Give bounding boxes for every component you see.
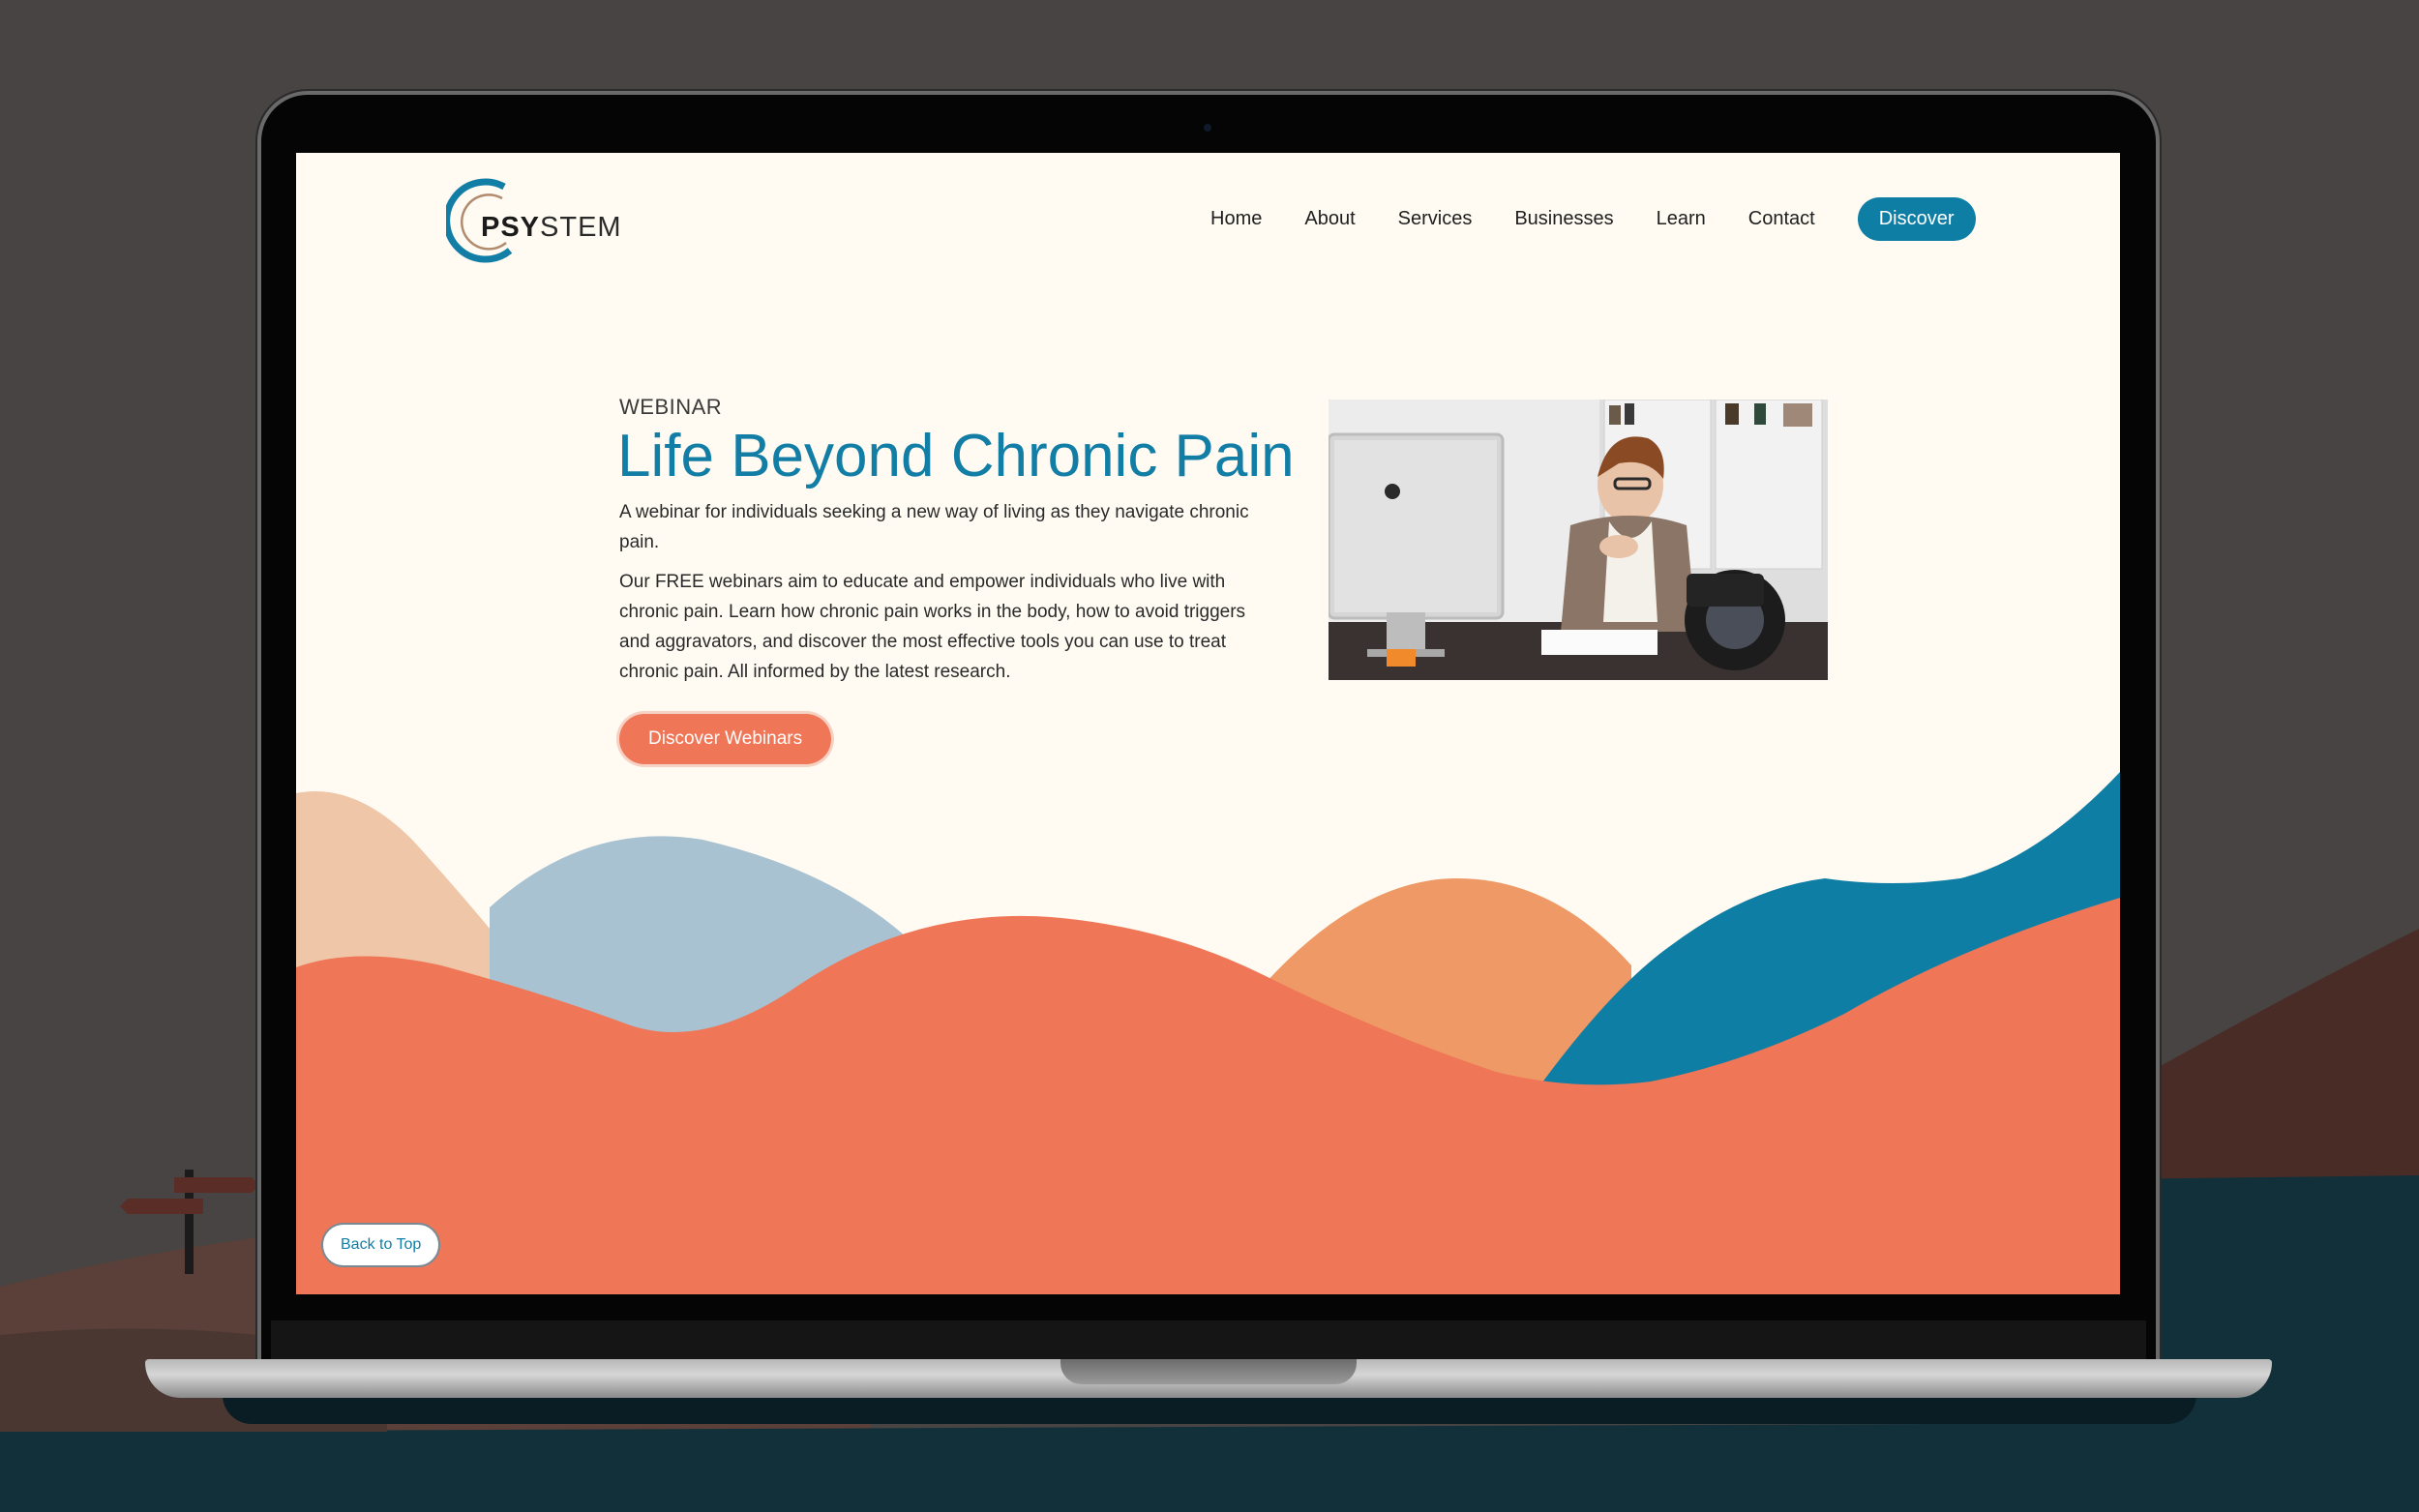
website-screen: PSYSTEM Home About Services Businesses L… bbox=[296, 153, 2120, 1294]
discover-webinars-button[interactable]: Discover Webinars bbox=[619, 714, 832, 764]
nav-home[interactable]: Home bbox=[1210, 208, 1262, 230]
nav-learn[interactable]: Learn bbox=[1657, 208, 1706, 230]
discover-button[interactable]: Discover bbox=[1857, 197, 1976, 241]
laptop-notch bbox=[1060, 1359, 1357, 1384]
hero-title: Life Beyond Chronic Pain bbox=[617, 423, 1295, 489]
main-nav: Home About Services Businesses Learn Con… bbox=[1210, 197, 1976, 241]
nav-about[interactable]: About bbox=[1304, 208, 1355, 230]
decorative-waves bbox=[296, 772, 2120, 1294]
logo-wordmark: PSYSTEM bbox=[481, 212, 622, 243]
camera-icon bbox=[1204, 124, 1211, 132]
webinar-photo bbox=[1329, 400, 1828, 680]
laptop-shadow bbox=[223, 1395, 2196, 1424]
hero-body: Our FREE webinars aim to educate and emp… bbox=[619, 572, 1246, 682]
nav-businesses[interactable]: Businesses bbox=[1514, 208, 1613, 230]
site-logo[interactable]: PSYSTEM bbox=[446, 177, 622, 264]
back-to-top-button[interactable]: Back to Top bbox=[321, 1223, 441, 1267]
signpost-decoration bbox=[116, 1166, 261, 1277]
hero-intro: A webinar for individuals seeking a new … bbox=[619, 502, 1249, 552]
nav-contact[interactable]: Contact bbox=[1748, 208, 1815, 230]
laptop-bezel bbox=[271, 1320, 2146, 1361]
nav-services[interactable]: Services bbox=[1398, 208, 1473, 230]
hero-eyebrow: WEBINAR bbox=[619, 395, 723, 419]
